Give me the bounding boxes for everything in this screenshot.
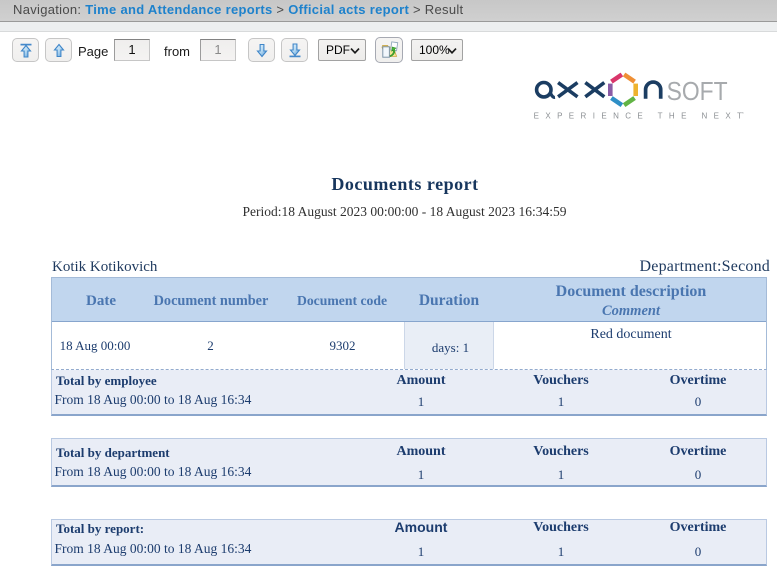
svg-text:EXPERIENCE THE NEXT: EXPERIENCE THE NEXT — [534, 111, 749, 120]
svg-text:*: * — [742, 111, 744, 116]
svg-text:SOFT: SOFT — [667, 78, 728, 106]
